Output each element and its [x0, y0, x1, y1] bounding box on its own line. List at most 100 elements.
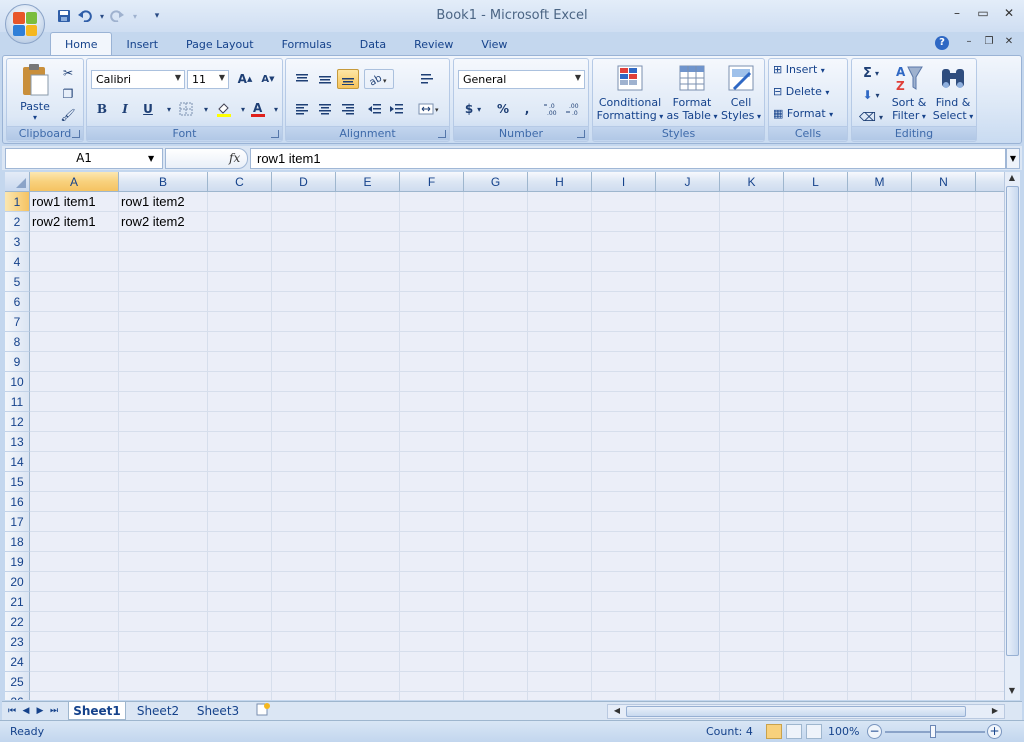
number-format-combo[interactable]: General ▼ [458, 70, 585, 89]
row-header-24[interactable]: 24 [5, 652, 30, 672]
currency-button[interactable]: $ ▾ [458, 99, 488, 119]
alignment-launcher-icon[interactable] [438, 130, 446, 138]
row-header-12[interactable]: 12 [5, 412, 30, 432]
insert-cells-button[interactable]: ⊞ Insert ▾ [773, 63, 845, 81]
row-header-22[interactable]: 22 [5, 612, 30, 632]
column-header-c[interactable]: C [208, 172, 272, 192]
worksheet-grid[interactable]: A B C D E F G H I J K L M N 1 2 3 4 5 6 7 8 9 10 11 12 13 14 15 16 17 1… [5, 172, 1004, 700]
row-header-11[interactable]: 11 [5, 392, 30, 412]
expand-formula-bar-icon[interactable]: ▼ [1006, 148, 1020, 169]
find-select-button[interactable]: Find & Select ▾ [931, 63, 975, 127]
close-button[interactable]: ✕ [998, 6, 1020, 24]
row-header-20[interactable]: 20 [5, 572, 30, 592]
cell-b2[interactable]: row2 item2 [119, 212, 208, 232]
font-size-combo[interactable]: 11 ▼ [187, 70, 229, 89]
cell-b1[interactable]: row1 item2 [119, 192, 208, 212]
horizontal-scroll-thumb[interactable] [626, 706, 966, 717]
column-header-g[interactable]: G [464, 172, 528, 192]
sheet-tab-sheet2[interactable]: Sheet2 [130, 702, 186, 720]
row-header-10[interactable]: 10 [5, 372, 30, 392]
cut-icon[interactable]: ✂ [57, 63, 79, 83]
scroll-down-icon[interactable]: ▼ [1005, 686, 1019, 695]
wrap-text-icon[interactable] [416, 69, 438, 89]
conditional-formatting-button[interactable]: Conditional Formatting ▾ [596, 63, 664, 127]
last-sheet-icon[interactable]: ⏭ [48, 704, 60, 718]
tab-formulas[interactable]: Formulas [268, 34, 346, 56]
align-right-icon[interactable] [337, 99, 359, 119]
insert-sheet-icon[interactable] [252, 702, 274, 720]
sort-filter-button[interactable]: AZ Sort & Filter ▾ [888, 63, 930, 127]
row-header-25[interactable]: 25 [5, 672, 30, 692]
insert-function-button[interactable]: fx [229, 151, 240, 165]
column-header-h[interactable]: H [528, 172, 592, 192]
italic-button[interactable]: I [114, 99, 136, 119]
zoom-in-icon[interactable]: + [987, 724, 1002, 739]
column-header-k[interactable]: K [720, 172, 784, 192]
align-left-icon[interactable] [291, 99, 313, 119]
minimize-button[interactable]: – [946, 6, 968, 24]
next-sheet-icon[interactable]: ▶ [34, 704, 46, 718]
vertical-scroll-thumb[interactable] [1006, 186, 1019, 656]
cell-a2[interactable]: row2 item1 [30, 212, 119, 232]
select-all-button[interactable] [5, 172, 30, 192]
paste-button[interactable]: Paste ▾ [13, 63, 57, 123]
decrease-indent-icon[interactable] [364, 99, 386, 119]
first-sheet-icon[interactable]: ⏮ [6, 704, 18, 718]
row-header-19[interactable]: 19 [5, 552, 30, 572]
tab-review[interactable]: Review [400, 34, 467, 56]
format-cells-button[interactable]: ▦ Format ▾ [773, 107, 845, 125]
tab-insert[interactable]: Insert [112, 34, 172, 56]
zoom-out-icon[interactable]: − [867, 724, 882, 739]
column-header-m[interactable]: M [848, 172, 912, 192]
align-bottom-icon[interactable] [337, 69, 359, 89]
row-header-4[interactable]: 4 [5, 252, 30, 272]
row-header-9[interactable]: 9 [5, 352, 30, 372]
row-header-13[interactable]: 13 [5, 432, 30, 452]
row-header-21[interactable]: 21 [5, 592, 30, 612]
workbook-close-button[interactable]: ✕ [1000, 36, 1018, 50]
font-color-dropdown-icon[interactable]: ▾ [265, 99, 287, 119]
row-header-16[interactable]: 16 [5, 492, 30, 512]
maximize-button[interactable]: ▭ [972, 6, 994, 24]
vertical-scrollbar[interactable]: ▲ ▼ [1004, 172, 1020, 700]
zoom-level[interactable]: 100% [828, 725, 859, 738]
prev-sheet-icon[interactable]: ◀ [20, 704, 32, 718]
workbook-minimize-button[interactable]: – [960, 36, 978, 50]
tab-home[interactable]: Home [50, 32, 113, 56]
row-header-7[interactable]: 7 [5, 312, 30, 332]
column-header-e[interactable]: E [336, 172, 400, 192]
page-layout-view-icon[interactable] [786, 724, 802, 739]
column-header-j[interactable]: J [656, 172, 720, 192]
align-top-icon[interactable] [291, 69, 313, 89]
format-as-table-button[interactable]: Format as Table ▾ [666, 63, 718, 127]
column-header-l[interactable]: L [784, 172, 848, 192]
number-launcher-icon[interactable] [577, 130, 585, 138]
page-break-view-icon[interactable] [806, 724, 822, 739]
sheet-tab-sheet3[interactable]: Sheet3 [190, 702, 246, 720]
shrink-font-icon[interactable]: A ▼ [257, 69, 279, 89]
row-header-3[interactable]: 3 [5, 232, 30, 252]
increase-decimal-icon[interactable]: .0.00 [542, 99, 564, 119]
scroll-left-icon[interactable]: ◀ [610, 706, 624, 715]
align-middle-icon[interactable] [314, 69, 336, 89]
row-header-26[interactable]: 26 [5, 692, 30, 700]
orientation-icon[interactable]: ab ▾ [364, 69, 394, 89]
cell-a1[interactable]: row1 item1 [30, 192, 119, 212]
column-header-d[interactable]: D [272, 172, 336, 192]
row-header-15[interactable]: 15 [5, 472, 30, 492]
borders-icon[interactable] [175, 99, 197, 119]
row-header-8[interactable]: 8 [5, 332, 30, 352]
horizontal-scrollbar[interactable]: ◀ ▶ [607, 704, 1005, 719]
comma-button[interactable]: , [516, 99, 538, 119]
bold-button[interactable]: B [91, 99, 113, 119]
row-header-2[interactable]: 2 [5, 212, 30, 232]
clipboard-launcher-icon[interactable] [72, 130, 80, 138]
merge-center-icon[interactable]: ▾ [416, 99, 444, 119]
column-header-n[interactable]: N [912, 172, 976, 192]
name-box[interactable]: A1 [5, 148, 163, 169]
workbook-restore-button[interactable]: ❐ [980, 36, 998, 50]
cell-styles-button[interactable]: Cell Styles ▾ [719, 63, 763, 127]
normal-view-icon[interactable] [766, 724, 782, 739]
column-header-b[interactable]: B [119, 172, 208, 192]
row-header-23[interactable]: 23 [5, 632, 30, 652]
